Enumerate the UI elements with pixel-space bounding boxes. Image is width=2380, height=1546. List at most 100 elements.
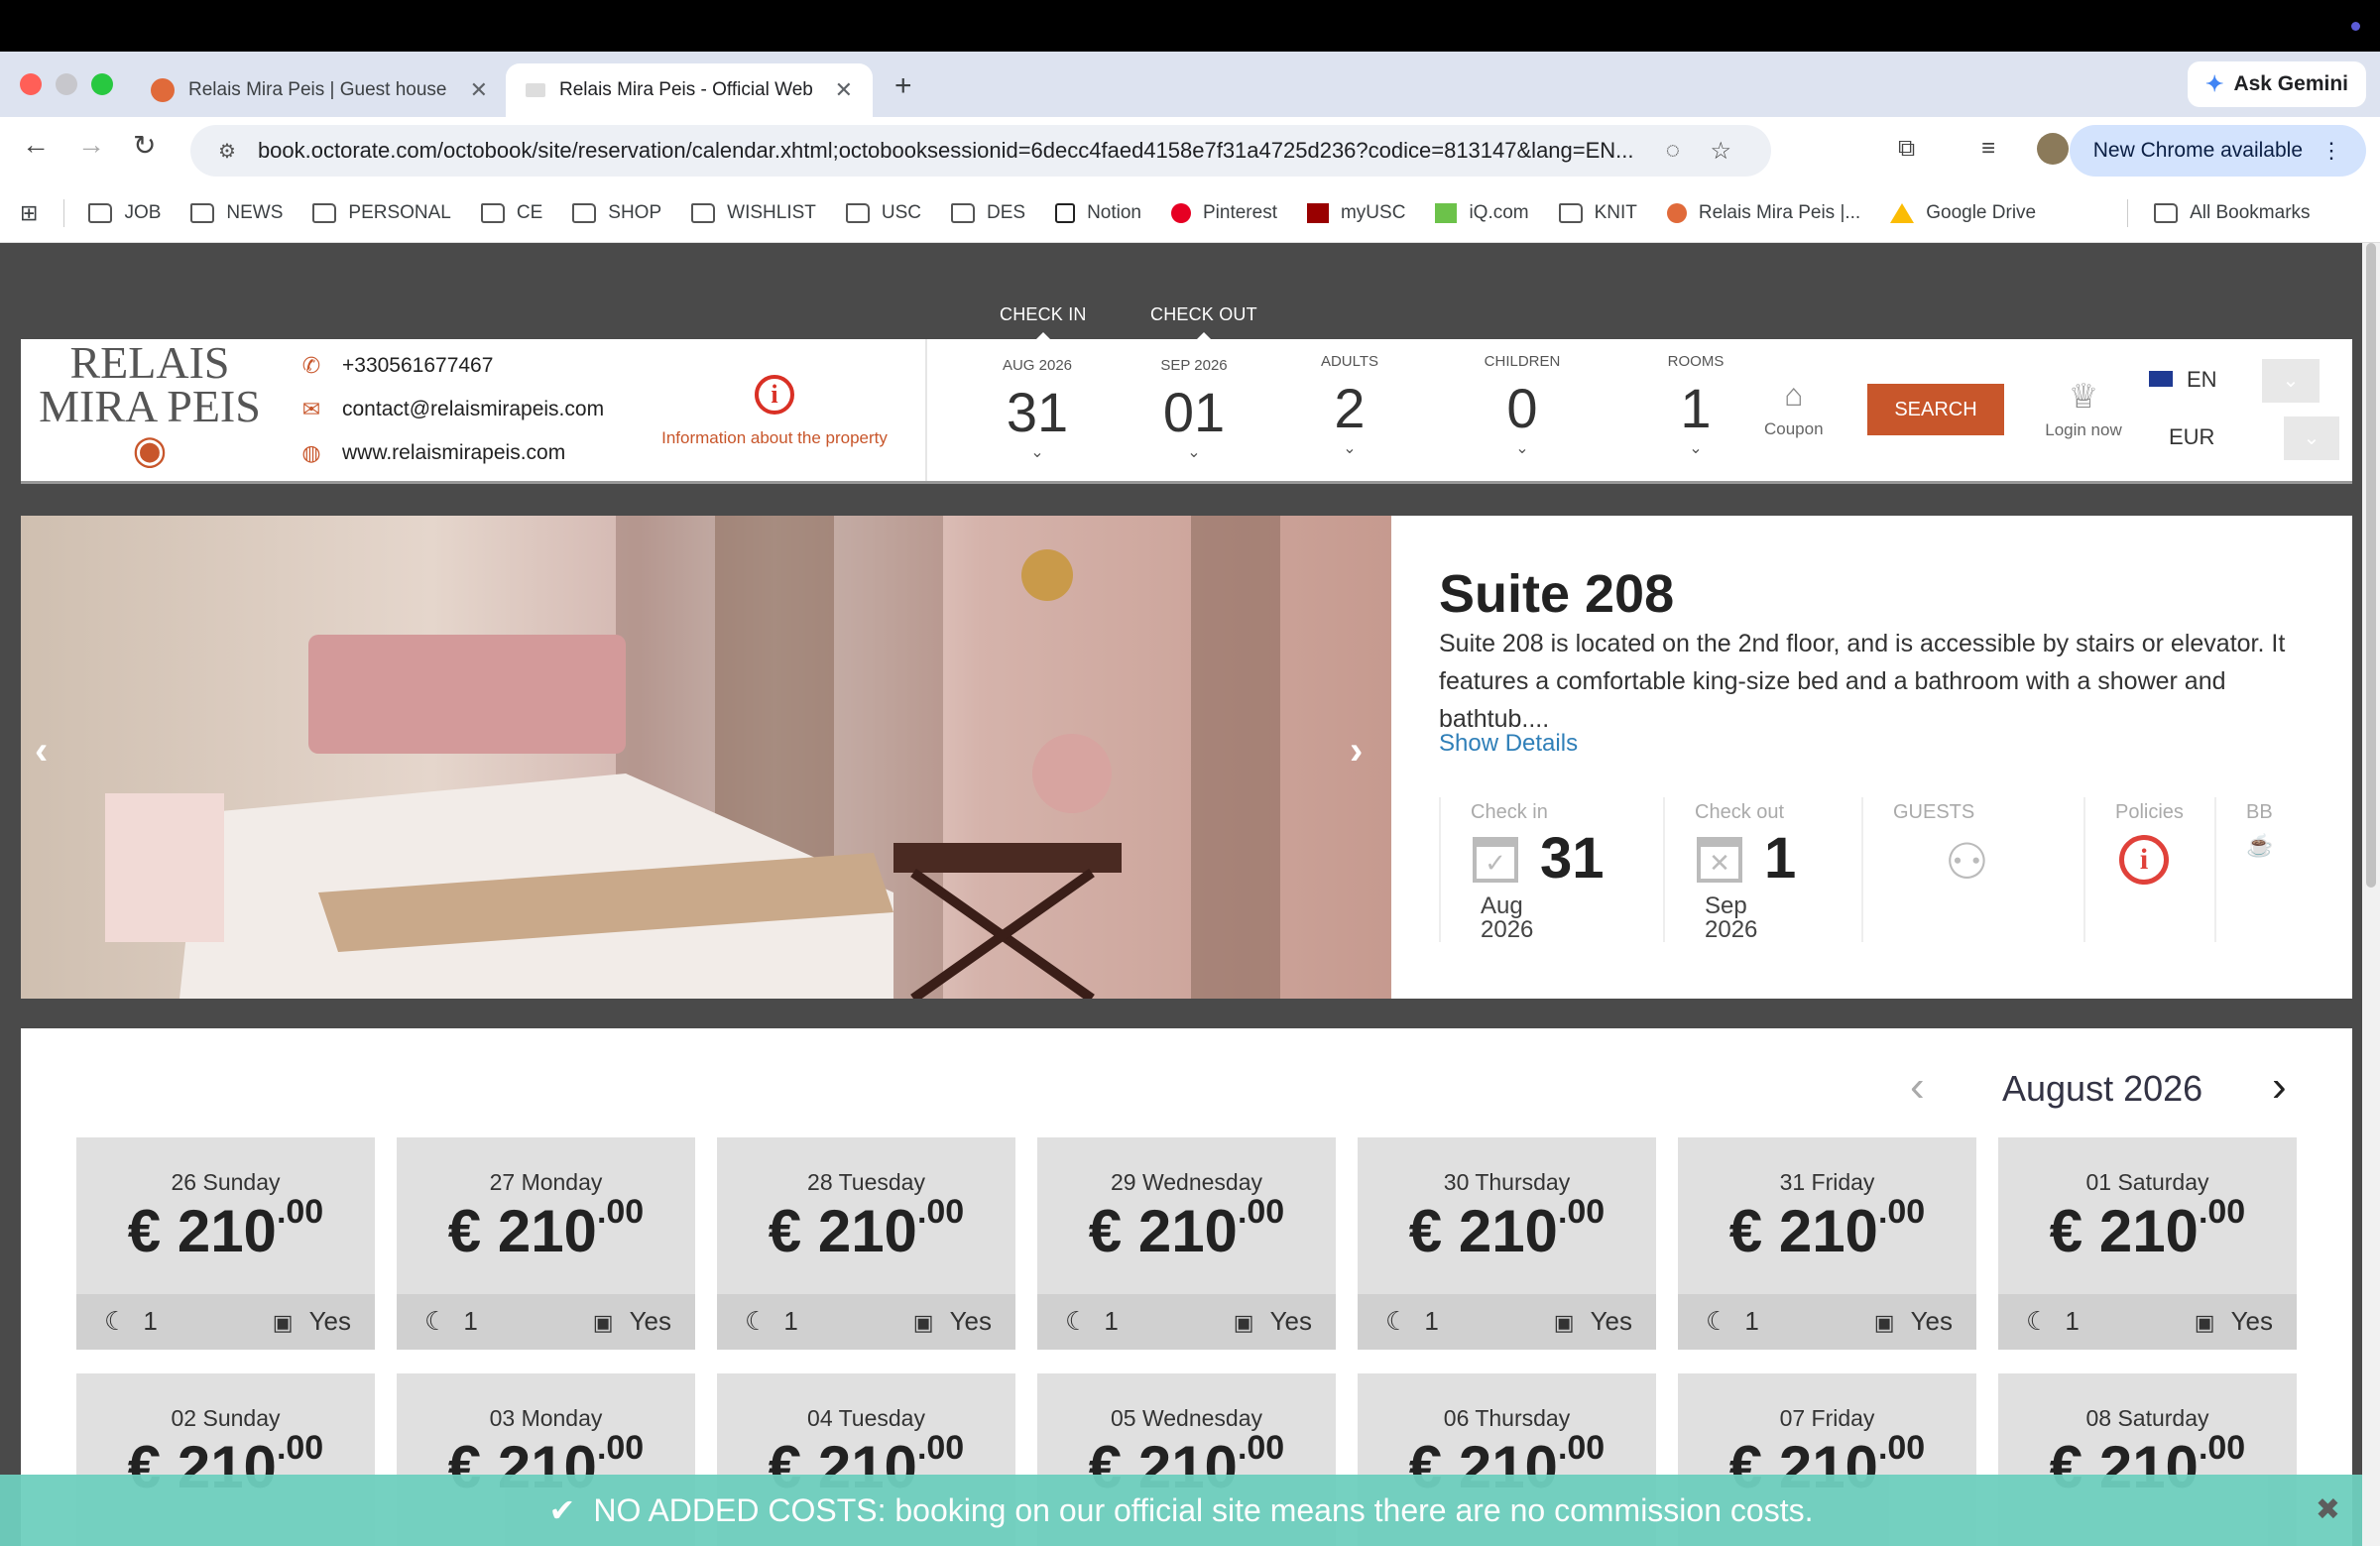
price-cents: .00 — [596, 1429, 645, 1467]
stat-policies[interactable]: Policies i — [2083, 797, 2214, 942]
bookmark-iq[interactable]: iQ.com — [1435, 202, 1529, 224]
bookmark-job[interactable]: JOB — [88, 202, 161, 224]
adults-selector[interactable]: ADULTS 2 ⌄ — [1285, 339, 1414, 458]
coupon-button[interactable]: ⌂ Coupon — [1764, 377, 1824, 439]
phone-contact[interactable]: ✆ +330561677467 — [298, 353, 494, 379]
apps-grid-icon[interactable]: ⊞ — [20, 200, 38, 226]
status-dot-icon — [2351, 22, 2360, 31]
bookmark-star-icon[interactable]: ☆ — [1710, 137, 1731, 166]
day-footer: ☾ 1 ▣ Yes — [1358, 1294, 1656, 1350]
hotel-logo[interactable]: RELAIS MIRA PEIS ◉ — [26, 339, 274, 472]
bookmark-notion[interactable]: Notion — [1055, 202, 1141, 224]
phone-number[interactable]: +330561677467 — [342, 354, 493, 378]
more-menu-icon[interactable]: ⋮ — [2320, 138, 2342, 164]
language-dropdown-button[interactable]: ⌄ — [2262, 359, 2320, 403]
profile-avatar[interactable] — [2037, 133, 2069, 165]
login-button[interactable]: ♕ Login now — [2034, 377, 2133, 440]
bookmark-shop[interactable]: SHOP — [572, 202, 661, 224]
website-url[interactable]: www.relaismirapeis.com — [342, 441, 565, 465]
close-window-button[interactable] — [20, 73, 42, 95]
tab-official-web[interactable]: Relais Mira Peis - Official Web ✕ — [506, 63, 873, 117]
envelope-icon: ✉ — [301, 397, 321, 421]
close-tab-icon[interactable]: ✕ — [835, 77, 853, 103]
chevron-left-icon[interactable]: ‹ — [35, 729, 48, 773]
chevron-down-icon: ⌄ — [1515, 440, 1529, 457]
close-icon[interactable]: ✖ — [2316, 1492, 2340, 1527]
bookmark-personal[interactable]: PERSONAL — [312, 202, 451, 224]
show-details-link[interactable]: Show Details — [1439, 730, 1578, 758]
day-name: 06 Thursday — [1443, 1405, 1571, 1431]
rooms-selector[interactable]: ROOMS 1 ⌄ — [1631, 339, 1760, 458]
email-contact[interactable]: ✉ contact@relaismirapeis.com — [298, 397, 604, 422]
day-cell[interactable]: 30 Thursday € 210.00 ☾ 1 ▣ Yes — [1358, 1137, 1656, 1350]
bookmark-pinterest[interactable]: Pinterest — [1171, 202, 1277, 224]
room-photo[interactable]: ‹ › — [21, 516, 1391, 999]
day-cell[interactable]: 01 Saturday € 210.00 ☾ 1 ▣ Yes — [1998, 1137, 2297, 1350]
language-selector[interactable]: EN — [2149, 367, 2217, 393]
price-cents: .00 — [2198, 1193, 2246, 1231]
email-address[interactable]: contact@relaismirapeis.com — [342, 398, 604, 421]
nights-value: 1 — [1104, 1306, 1119, 1336]
tab-guest-house[interactable]: Relais Mira Peis | Guest house ✕ — [131, 63, 508, 117]
ask-gemini-button[interactable]: ✦ Ask Gemini — [2188, 61, 2366, 107]
previous-month-arrow-icon[interactable]: ‹ — [1910, 1062, 1925, 1112]
reload-icon[interactable]: ↻ — [133, 129, 156, 162]
bookmark-news[interactable]: NEWS — [190, 202, 283, 224]
forward-arrow-icon[interactable]: → — [77, 129, 105, 161]
media-control-icon[interactable]: ≡ — [1981, 135, 1995, 163]
day-cell[interactable]: 27 Monday € 210.00 ☾ 1 ▣ Yes — [397, 1137, 695, 1350]
rooms-label: ROOMS — [1667, 353, 1725, 370]
check-out-tab[interactable]: CHECK OUT — [1150, 304, 1257, 339]
property-info-button[interactable]: i Information about the property — [636, 375, 913, 448]
url-text[interactable]: book.octorate.com/octobook/site/reservat… — [258, 138, 1696, 164]
update-chrome-button[interactable]: New Chrome available ⋮ — [2069, 125, 2366, 177]
site-settings-icon[interactable]: ⚙ — [218, 139, 236, 164]
website-contact[interactable]: ◍ www.relaismirapeis.com — [298, 440, 565, 466]
search-button[interactable]: SEARCH — [1867, 384, 2004, 435]
children-selector[interactable]: CHILDREN 0 ⌄ — [1458, 339, 1587, 458]
room-description: Suite 208 is located on the 2nd floor, a… — [1439, 630, 2286, 733]
currency-dropdown-button[interactable]: ⌄ — [2284, 416, 2339, 460]
checkout-date-selector[interactable]: SEP 2026 01 ⌄ — [1130, 339, 1258, 462]
zoom-window-button[interactable] — [91, 73, 113, 95]
booking-page: CHECK IN CHECK OUT RELAIS MIRA PEIS ◉ ✆ +… — [0, 243, 2362, 1546]
bookmark-wishlist[interactable]: WISHLIST — [691, 202, 816, 224]
check-in-tab[interactable]: CHECK IN — [1000, 304, 1087, 339]
day-cell[interactable]: 26 Sunday € 210.00 ☾ 1 ▣ Yes — [76, 1137, 375, 1350]
minimize-window-button[interactable] — [56, 73, 77, 95]
chevron-right-icon[interactable]: › — [1350, 729, 1363, 773]
extensions-icon[interactable]: ⧉ — [1898, 135, 1915, 163]
folder-icon — [2154, 203, 2179, 223]
close-tab-icon[interactable]: ✕ — [470, 77, 488, 103]
all-bookmarks[interactable]: All Bookmarks — [2154, 202, 2311, 224]
page-scrollbar[interactable] — [2362, 243, 2380, 1546]
price-cents: .00 — [916, 1193, 965, 1231]
bookmark-ce[interactable]: CE — [480, 202, 542, 224]
bed-icon: ▣ — [1233, 1310, 1254, 1335]
bookmark-knit[interactable]: KNIT — [1558, 202, 1637, 224]
day-cell[interactable]: 31 Friday € 210.00 ☾ 1 ▣ Yes — [1678, 1137, 1976, 1350]
day-price: € 210.00 — [1678, 1193, 1976, 1265]
day-name: 29 Wednesday — [1110, 1169, 1262, 1195]
toolbar: ← → ↻ ⚙ book.octorate.com/octobook/site/… — [0, 117, 2380, 184]
bookmark-label: myUSC — [1340, 202, 1406, 223]
day-cell[interactable]: 28 Tuesday € 210.00 ☾ 1 ▣ Yes — [717, 1137, 1015, 1350]
eye-off-icon[interactable]: ◌ — [1666, 137, 1680, 165]
price-amount: € 210 — [1088, 1198, 1238, 1264]
back-arrow-icon[interactable]: ← — [22, 129, 50, 161]
address-bar[interactable]: ⚙ book.octorate.com/octobook/site/reserv… — [190, 125, 1771, 177]
new-tab-button[interactable]: + — [894, 69, 912, 103]
stat-label: Check out — [1695, 801, 1785, 823]
day-cell[interactable]: 29 Wednesday € 210.00 ☾ 1 ▣ Yes — [1037, 1137, 1336, 1350]
checkin-date-selector[interactable]: AUG 2026 31 ⌄ — [973, 339, 1102, 462]
bookmark-relais[interactable]: Relais Mira Peis |... — [1666, 202, 1860, 224]
day-name: 04 Tuesday — [807, 1405, 925, 1431]
bookmark-usc[interactable]: USC — [845, 202, 921, 224]
price-cents: .00 — [276, 1193, 324, 1231]
next-month-arrow-icon[interactable]: › — [2272, 1062, 2287, 1112]
bookmark-myusc[interactable]: myUSC — [1306, 202, 1406, 224]
scrollbar-thumb[interactable] — [2366, 243, 2376, 888]
bookmark-des[interactable]: DES — [951, 202, 1025, 224]
currency-selector[interactable]: EUR — [2169, 424, 2214, 450]
bookmark-google-drive[interactable]: Google Drive — [1890, 202, 2036, 224]
